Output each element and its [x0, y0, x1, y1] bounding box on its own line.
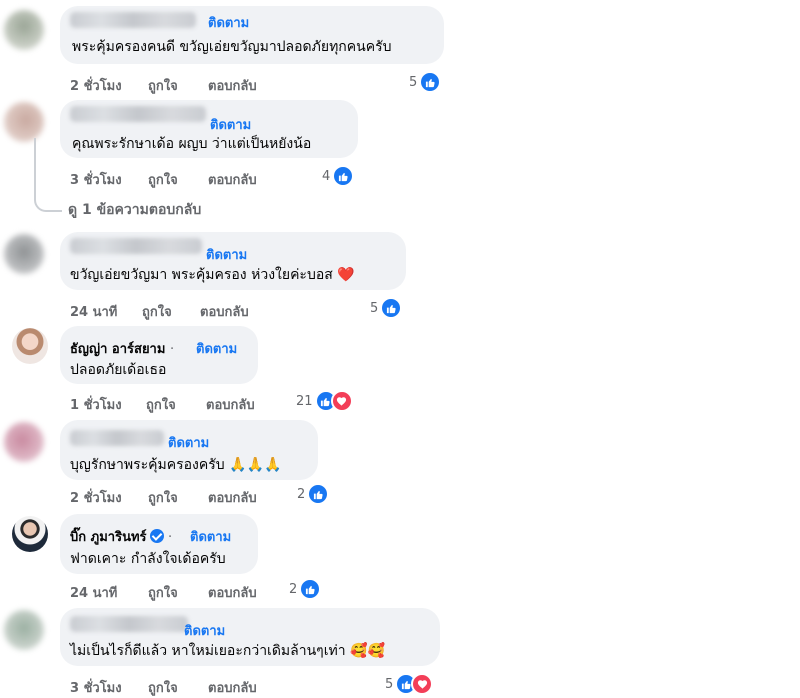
- reply-button[interactable]: ตอบกลับ: [208, 75, 257, 96]
- reaction-count: 4: [322, 168, 331, 184]
- like-reaction-icon: [299, 578, 322, 600]
- like-reaction-icon: [419, 71, 442, 93]
- like-button[interactable]: ถูกใจ: [148, 487, 178, 508]
- comment-text: พระคุ้มครองคนดี ขวัญเอ่ยขวัญมาปลอดภัยทุก…: [72, 39, 392, 55]
- follow-button[interactable]: ติดตาม: [168, 432, 209, 453]
- timestamp[interactable]: 3 ชั่วโมง: [70, 169, 122, 190]
- avatar[interactable]: [4, 422, 44, 462]
- comment-bubble: ติดตาม คุณพระรักษาเด้อ ผญบ ว่าแต่เป็นหยั…: [60, 100, 358, 158]
- comment-text: ไม่เป็นไรก็ดีแล้ว หาใหม่เยอะกว่าเดิมล้าน…: [70, 640, 385, 662]
- comment-text: บุญรักษาพระคุ้มครองครับ 🙏🙏🙏: [70, 454, 281, 476]
- comment-text: ฟาดเคาะ กำลังใจเด้อครับ: [70, 551, 226, 567]
- commenter-name[interactable]: ธัญญ่า อาร์สยาม ·: [70, 338, 174, 359]
- reaction-count: 2: [297, 486, 306, 502]
- reaction-summary[interactable]: 2: [289, 578, 322, 600]
- timestamp[interactable]: 2 ชั่วโมง: [70, 75, 122, 96]
- follow-button[interactable]: ติดตาม: [196, 338, 237, 359]
- comment-bubble: บิ๊ก ภูมารินทร์ · ติดตาม ฟาดเคาะ กำลังใจ…: [60, 514, 258, 574]
- blurred-name: [70, 106, 206, 122]
- reaction-summary[interactable]: 5: [370, 297, 403, 319]
- blurred-name: [70, 430, 164, 446]
- reaction-count: 5: [385, 676, 394, 692]
- avatar[interactable]: [12, 516, 48, 552]
- like-reaction-icon: [307, 483, 330, 505]
- avatar[interactable]: [4, 610, 44, 650]
- smiling-hearts-emoji: 🥰🥰: [350, 643, 385, 659]
- blurred-name: [70, 12, 196, 28]
- timestamp[interactable]: 2 ชั่วโมง: [70, 487, 122, 508]
- like-button[interactable]: ถูกใจ: [148, 582, 178, 603]
- avatar[interactable]: [4, 102, 44, 142]
- comment-text-body: บุญรักษาพระคุ้มครองครับ: [70, 457, 225, 473]
- blurred-name: [70, 616, 188, 632]
- love-reaction-icon: [330, 390, 353, 412]
- avatar[interactable]: [12, 328, 48, 364]
- reaction-count: 2: [289, 581, 298, 597]
- love-reaction-icon: [411, 673, 434, 695]
- verified-badge-icon: [149, 529, 164, 543]
- dot-separator: ·: [169, 342, 175, 357]
- like-button[interactable]: ถูกใจ: [148, 677, 178, 698]
- comment-text-body: ขวัญเอ่ยขวัญมา พระคุ้มครอง ห่วงใยค่ะบอส: [70, 267, 333, 283]
- like-reaction-icon: [380, 297, 403, 319]
- avatar[interactable]: [4, 234, 44, 274]
- reaction-count: 5: [409, 74, 418, 90]
- reaction-count: 5: [370, 300, 379, 316]
- comment-text: ปลอดภัยเด้อเธอ: [70, 362, 167, 378]
- commenter-name[interactable]: บิ๊ก ภูมารินทร์ ·: [70, 526, 172, 547]
- like-button[interactable]: ถูกใจ: [146, 394, 176, 415]
- reaction-summary[interactable]: 2: [297, 483, 330, 505]
- pray-emoji: 🙏🙏🙏: [229, 457, 282, 473]
- comment-bubble: ติดตาม พระคุ้มครองคนดี ขวัญเอ่ยขวัญมาปลอ…: [60, 6, 444, 64]
- reply-thread-line: [34, 138, 62, 212]
- heart-emoji: ❤️: [337, 267, 355, 283]
- reaction-summary[interactable]: 5: [385, 673, 434, 695]
- comment-text: คุณพระรักษาเด้อ ผญบ ว่าแต่เป็นหยังน้อ: [72, 136, 312, 152]
- view-replies-link[interactable]: ดู 1 ข้อความตอบกลับ: [68, 199, 201, 221]
- reaction-summary[interactable]: 21: [296, 390, 353, 412]
- reply-button[interactable]: ตอบกลับ: [200, 301, 249, 322]
- follow-button[interactable]: ติดตาม: [184, 620, 225, 641]
- follow-button[interactable]: ติดตาม: [210, 114, 251, 135]
- like-button[interactable]: ถูกใจ: [148, 169, 178, 190]
- comment-bubble: ติดตาม ไม่เป็นไรก็ดีแล้ว หาใหม่เยอะกว่าเ…: [60, 608, 440, 666]
- timestamp[interactable]: 24 นาที: [70, 301, 117, 322]
- reply-button[interactable]: ตอบกลับ: [208, 582, 257, 603]
- comment-bubble: ธัญญ่า อาร์สยาม · ติดตาม ปลอดภัยเด้อเธอ: [60, 326, 258, 384]
- follow-button[interactable]: ติดตาม: [206, 244, 247, 265]
- reply-button[interactable]: ตอบกลับ: [208, 169, 257, 190]
- dot-separator: ·: [168, 530, 173, 545]
- reaction-summary[interactable]: 4: [322, 165, 355, 187]
- like-reaction-icon: [332, 165, 355, 187]
- timestamp[interactable]: 1 ชั่วโมง: [70, 394, 122, 415]
- reply-button[interactable]: ตอบกลับ: [206, 394, 255, 415]
- reply-button[interactable]: ตอบกลับ: [208, 487, 257, 508]
- follow-button[interactable]: ติดตาม: [208, 12, 249, 33]
- comment-text: ขวัญเอ่ยขวัญมา พระคุ้มครอง ห่วงใยค่ะบอส …: [70, 264, 355, 286]
- like-button[interactable]: ถูกใจ: [148, 75, 178, 96]
- reaction-summary[interactable]: 5: [409, 71, 442, 93]
- timestamp[interactable]: 24 นาที: [70, 582, 117, 603]
- timestamp[interactable]: 3 ชั่วโมง: [70, 677, 122, 698]
- blurred-name: [70, 238, 202, 254]
- reply-button[interactable]: ตอบกลับ: [208, 677, 257, 698]
- like-button[interactable]: ถูกใจ: [142, 301, 172, 322]
- follow-button[interactable]: ติดตาม: [190, 526, 231, 547]
- reaction-count: 21: [296, 393, 313, 409]
- avatar[interactable]: [4, 10, 44, 50]
- comment-bubble: ติดตาม บุญรักษาพระคุ้มครองครับ 🙏🙏🙏: [60, 420, 318, 480]
- comment-text-body: ไม่เป็นไรก็ดีแล้ว หาใหม่เยอะกว่าเดิมล้าน…: [70, 643, 346, 659]
- comment-bubble: ติดตาม ขวัญเอ่ยขวัญมา พระคุ้มครอง ห่วงใย…: [60, 232, 406, 290]
